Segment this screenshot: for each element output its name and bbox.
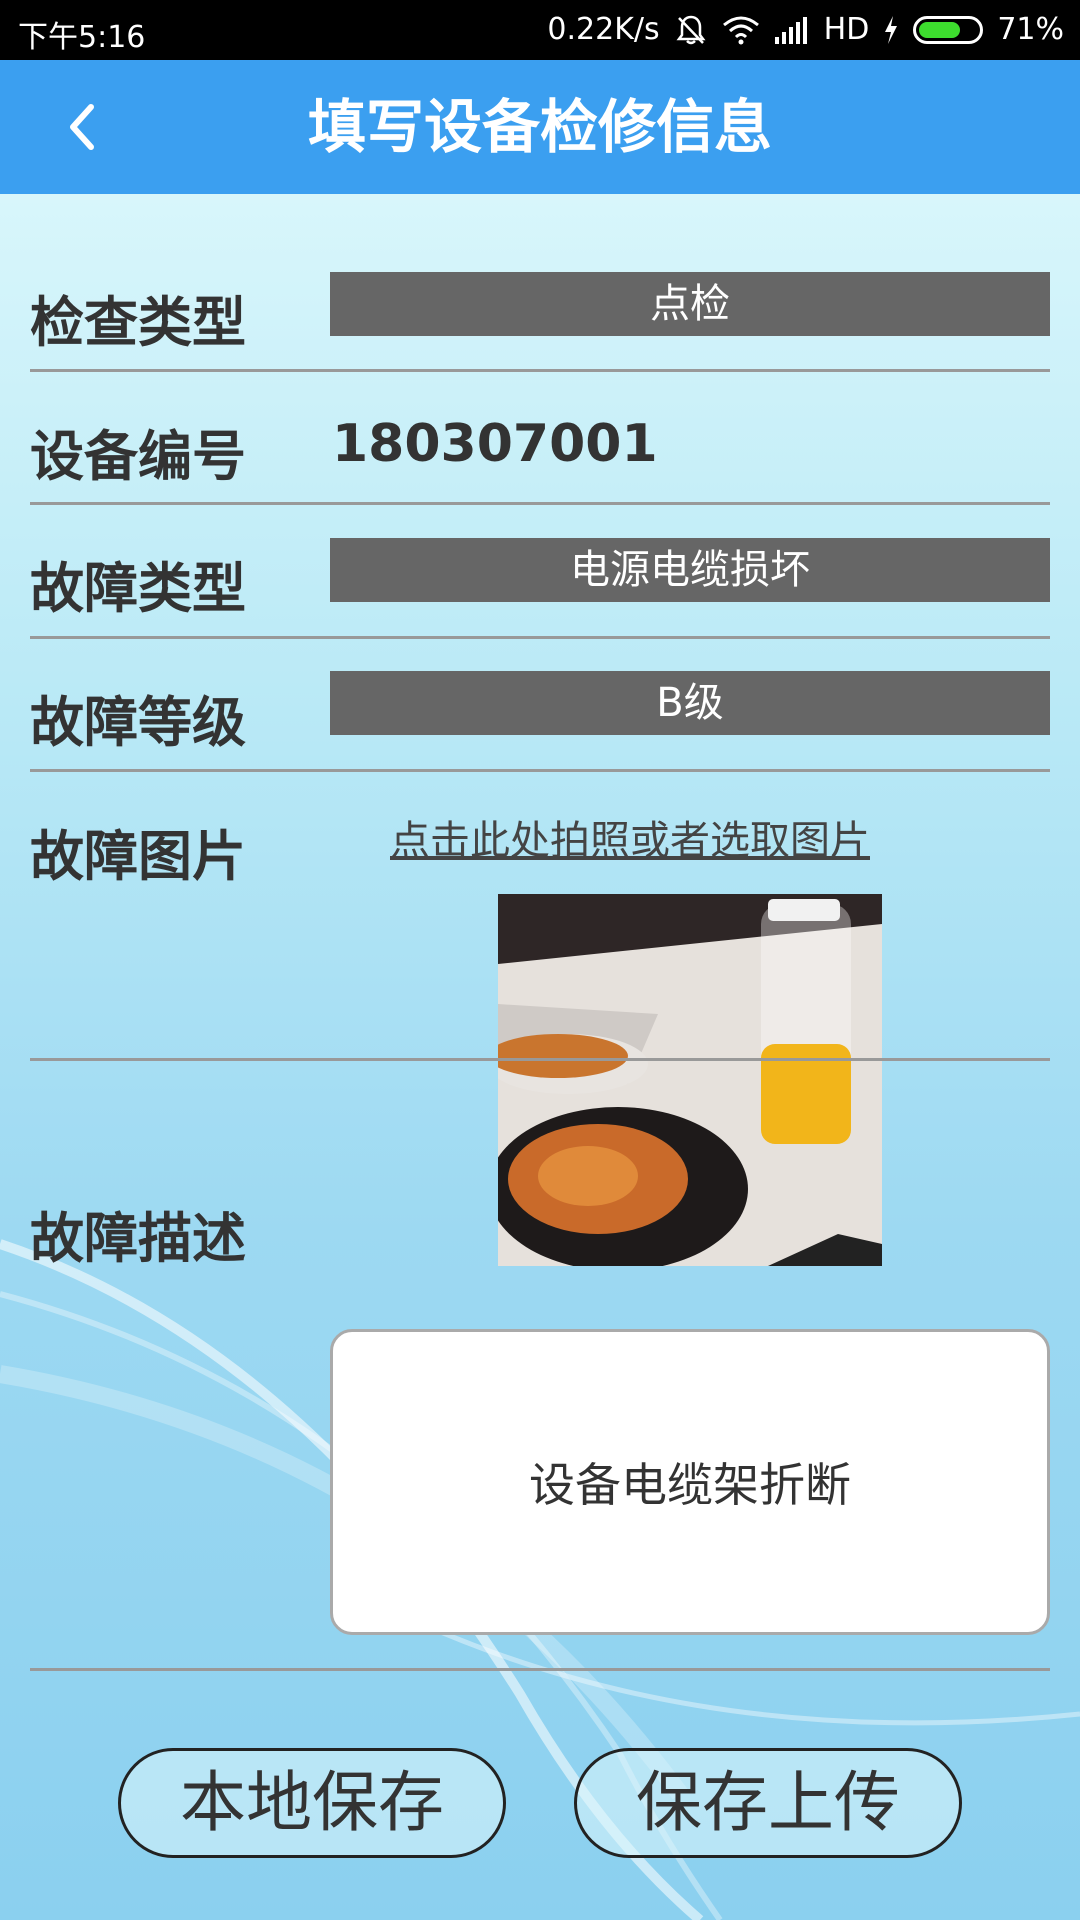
status-bar: 下午5:16 0.22K/s HD 71%	[0, 0, 1080, 60]
fault-photo-image	[498, 894, 882, 1266]
fault-image-label: 故障图片	[30, 825, 246, 888]
divider	[30, 1058, 1050, 1061]
save-upload-button[interactable]: 保存上传	[574, 1748, 962, 1858]
page-title: 填写设备检修信息	[307, 93, 772, 161]
fault-type-select[interactable]: 电源电缆损坏	[330, 538, 1050, 602]
device-number-label: 设备编号	[30, 425, 246, 488]
bell-muted-icon	[676, 15, 706, 44]
fault-level-select[interactable]: B级	[330, 671, 1050, 735]
local-save-button[interactable]: 本地保存	[118, 1748, 506, 1858]
signal-icon	[774, 16, 807, 44]
battery-percent: 71%	[997, 12, 1064, 47]
network-type: HD	[823, 12, 870, 47]
divider	[30, 502, 1050, 505]
status-time: 下午5:16	[18, 20, 146, 55]
divider	[30, 1668, 1050, 1671]
fault-photo-thumbnail[interactable]	[498, 894, 882, 1266]
net-speed: 0.22K/s	[547, 12, 660, 47]
back-button[interactable]	[36, 82, 126, 172]
status-icons: 0.22K/s HD 71%	[547, 12, 1064, 47]
form-content: 检查类型 点检 设备编号 180307001 故障类型 电源电缆损坏 故障等级 …	[0, 194, 1080, 1920]
divider	[30, 369, 1050, 372]
app-header: 填写设备检修信息	[0, 60, 1080, 194]
divider	[30, 636, 1050, 639]
chevron-left-icon	[70, 104, 94, 150]
photo-picker-link[interactable]: 点击此处拍照或者选取图片	[390, 808, 870, 866]
inspection-type-select[interactable]: 点检	[330, 272, 1050, 336]
fault-description-label: 故障描述	[30, 1207, 246, 1270]
fault-description-input[interactable]: 设备电缆架折断	[330, 1329, 1050, 1635]
inspection-type-label: 检查类型	[30, 291, 246, 354]
fault-level-label: 故障等级	[30, 691, 246, 754]
charging-icon	[885, 15, 898, 44]
battery-icon	[913, 15, 984, 44]
fault-type-label: 故障类型	[30, 557, 246, 620]
fault-description-text: 设备电缆架折断	[529, 1458, 851, 1512]
battery-level	[919, 21, 961, 38]
divider	[30, 769, 1050, 772]
device-number-value: 180307001	[332, 414, 658, 474]
wifi-icon	[722, 16, 759, 44]
